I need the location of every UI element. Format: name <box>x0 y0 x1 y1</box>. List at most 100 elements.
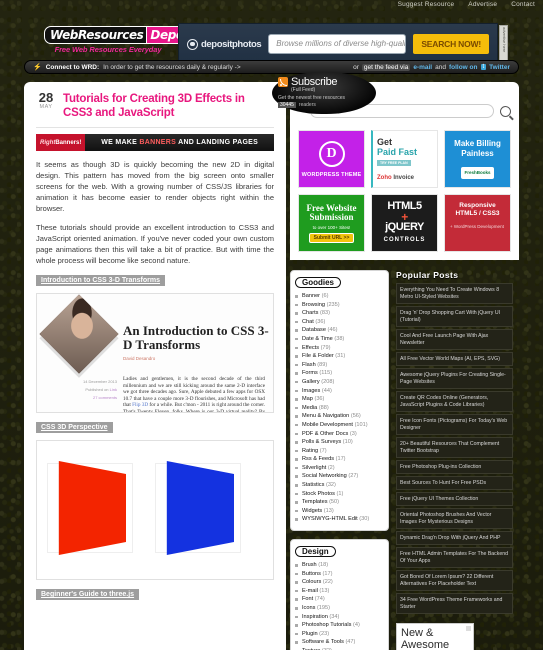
list-item[interactable]: Rss & Feeds (17) <box>295 455 384 464</box>
categories-column: Goodies Banner (6) Browsing (235) Charts… <box>290 270 389 650</box>
post-paragraph-1: It seems as though 3D is quickly becomin… <box>36 160 274 213</box>
goodies-list: Banner (6) Browsing (235) Charts (83) Ch… <box>295 292 384 524</box>
ad-tile-freshbooks[interactable]: Make Billing Painless FreshBooks <box>444 130 511 188</box>
list-item[interactable]: WYSIWYG-HTML Edit (30) <box>295 515 384 524</box>
list-item[interactable]: Best Sources To Hunt For Free PSDs <box>396 476 513 490</box>
rightbanners-ad[interactable]: Right Banners! WE MAKE BANNERS AND LANDIN… <box>36 134 274 151</box>
list-item[interactable]: Font (74) <box>295 595 384 604</box>
list-item[interactable]: Gallery (208) <box>295 378 384 387</box>
list-item[interactable]: Plugin (23) <box>295 630 384 639</box>
list-item[interactable]: Awesome jQuery Plugins For Creating Sing… <box>396 368 513 389</box>
ad-choices-icon[interactable] <box>466 626 471 631</box>
post-date-day: 28 <box>38 90 54 105</box>
screenshot-css-3d-transforms[interactable]: An Introduction to CSS 3-D Transforms Da… <box>36 293 274 413</box>
twitter-icon[interactable]: t <box>480 64 487 70</box>
list-item[interactable]: Dynamic Drag'n Drop With jQuery And PHP <box>396 531 513 545</box>
post-title[interactable]: Tutorials for Creating 3D Effects in CSS… <box>63 92 274 120</box>
image-slider-ad[interactable]: New & Awesome Image Slider! 4 days ago |… <box>396 623 474 650</box>
list-item[interactable]: Polls & Surveys (10) <box>295 438 384 447</box>
logo-text-primary: WebResources <box>44 26 148 44</box>
connect-email-link[interactable]: e-mail <box>413 64 432 71</box>
list-item[interactable]: File & Folder (31) <box>295 352 384 361</box>
ad-tile-free-website-submission[interactable]: Free Website Submission to over 100+ Sit… <box>298 194 365 252</box>
banner-text-a: WE MAKE <box>101 139 140 146</box>
list-item[interactable]: Statistics (32) <box>295 481 384 490</box>
zoho-brand: Zoho Invoice <box>377 175 414 181</box>
list-item[interactable]: Inspiration (34) <box>295 613 384 622</box>
list-item[interactable]: Date & Time (38) <box>295 335 384 344</box>
list-item[interactable]: Templates (50) <box>295 498 384 507</box>
list-item[interactable]: Rating (7) <box>295 447 384 456</box>
list-item[interactable]: Free HTML Admin Templates For The Backen… <box>396 547 513 568</box>
list-item[interactable]: Mobile Development (101) <box>295 421 384 430</box>
rightbanners-brand-part1: Right <box>40 139 56 146</box>
list-item[interactable]: Charts (83) <box>295 309 384 318</box>
list-item[interactable]: 20+ Beautiful Resources That Complement … <box>396 437 513 458</box>
list-item[interactable]: Widgets (13) <box>295 507 384 516</box>
list-item[interactable]: Colours (22) <box>295 578 384 587</box>
list-item[interactable]: Browsing (235) <box>295 301 384 310</box>
list-item[interactable]: Got Bored Of Lorem Ipsum? 22 Different A… <box>396 570 513 591</box>
list-item[interactable]: E-mail (13) <box>295 587 384 596</box>
subscribe-count-row: 30445 readers <box>278 102 370 108</box>
list-item[interactable]: All Free Vector World Maps (AI, EPS, SVG… <box>396 352 513 366</box>
connect-feed-link[interactable]: get the feed via <box>361 63 411 71</box>
submission-sub: to over 100+ Sites! <box>312 224 351 230</box>
list-item[interactable]: Menu & Navigation (56) <box>295 412 384 421</box>
banner-text-c: AND LANDING PAGES <box>176 139 259 146</box>
topnav-contact[interactable]: Contact <box>511 1 535 8</box>
ad-tile-html5-jquery-controls[interactable]: HTML5 + jQUERY CONTROLS <box>371 194 438 252</box>
list-item[interactable]: Social Networking (27) <box>295 472 384 481</box>
list-item[interactable]: PDF & Other Docs (3) <box>295 430 384 439</box>
list-item[interactable]: Map (36) <box>295 395 384 404</box>
list-item[interactable]: Buttons (17) <box>295 570 384 579</box>
list-item[interactable]: Free Icon Fonts (Pictograms) For Today's… <box>396 414 513 435</box>
list-item[interactable]: Media (88) <box>295 404 384 413</box>
section-link-css-3d-perspective[interactable]: CSS 3D Perspective <box>36 422 113 433</box>
list-item[interactable]: Forms (115) <box>295 369 384 378</box>
search-icon[interactable] <box>500 105 511 117</box>
list-item[interactable]: Cool And Free Launch Page With Ajax News… <box>396 329 513 350</box>
ad-tile-zoho-invoice[interactable]: Get Paid Fast TRY FREE PLAN Zoho Invoice <box>371 130 438 188</box>
main-content: 28 MAY Tutorials for Creating 3D Effects… <box>24 82 286 650</box>
connect-twitter-link[interactable]: Twitter <box>489 64 510 71</box>
plus-icon: + <box>401 209 408 224</box>
list-item[interactable]: Silverlight (2) <box>295 464 384 473</box>
ad-tile-responsive-html5-css3[interactable]: Responsive HTML5 / CSS3 + WordPress Deve… <box>444 194 511 252</box>
topnav-advertise[interactable]: Advertise <box>468 1 497 8</box>
zoho-brand-suffix: Invoice <box>391 175 415 181</box>
depositphotos-ad[interactable]: depositphotos Browse millions of diverse… <box>178 23 498 65</box>
ad-search-input[interactable]: Browse millions of diverse high-quality … <box>268 34 407 54</box>
list-item[interactable]: Free jQuery UI Themes Collection <box>396 492 513 506</box>
screenshot-css-3d-perspective[interactable] <box>36 440 274 580</box>
section-link-intro-css-3d-transforms[interactable]: Introduction to CSS 3-D Transforms <box>36 275 166 286</box>
list-item[interactable]: Software & Tools (47) <box>295 638 384 647</box>
list-item[interactable]: Brush (18) <box>295 561 384 570</box>
slider-ad-headline: New & Awesome Image Slider! <box>401 627 450 650</box>
submit-url-button[interactable]: Submit URL >> <box>308 232 355 243</box>
subscribe-bubble[interactable]: Subscribe (Full Feed) Get the newest fre… <box>272 72 376 114</box>
list-item[interactable]: Database (46) <box>295 326 384 335</box>
site-logo[interactable]: WebResources Depot Free Web Resources Ev… <box>44 26 196 54</box>
list-item[interactable]: Create QR Codes Online (Generators, Java… <box>396 391 513 412</box>
list-item[interactable]: Effects (79) <box>295 344 384 353</box>
list-item[interactable]: Icons (195) <box>295 604 384 613</box>
ad-search-button[interactable]: SEARCH NOW! <box>413 34 489 54</box>
popular-posts-list: Everything You Need To Create Windows 8 … <box>396 283 513 614</box>
list-item[interactable]: Oriental Photoshop Brushes And Vector Im… <box>396 508 513 529</box>
list-item[interactable]: Flash (89) <box>295 361 384 370</box>
section-link-beginners-guide-threejs[interactable]: Beginner's Guide to three.js <box>36 589 140 600</box>
topnav-suggest-resource[interactable]: Suggest Resource <box>398 1 455 8</box>
list-item[interactable]: Everything You Need To Create Windows 8 … <box>396 283 513 304</box>
ad-tile-divi-wordpress-theme[interactable]: D WORDPRESS THEME <box>298 130 365 188</box>
list-item[interactable]: Photoshop Tutorials (4) <box>295 621 384 630</box>
list-item[interactable]: Free Photoshop Plug-ins Collection <box>396 460 513 474</box>
design-title: Design <box>295 546 336 558</box>
post-paragraph-2: These tutorials should provide an excell… <box>36 223 274 265</box>
list-item[interactable]: Banner (6) <box>295 292 384 301</box>
list-item[interactable]: 34 Free WordPress Theme Frameworks and S… <box>396 593 513 614</box>
list-item[interactable]: Chat (36) <box>295 318 384 327</box>
list-item[interactable]: Drag 'n' Drop Shopping Cart With jQuery … <box>396 306 513 327</box>
list-item[interactable]: Stock Photos (1) <box>295 490 384 499</box>
list-item[interactable]: Images (44) <box>295 387 384 396</box>
